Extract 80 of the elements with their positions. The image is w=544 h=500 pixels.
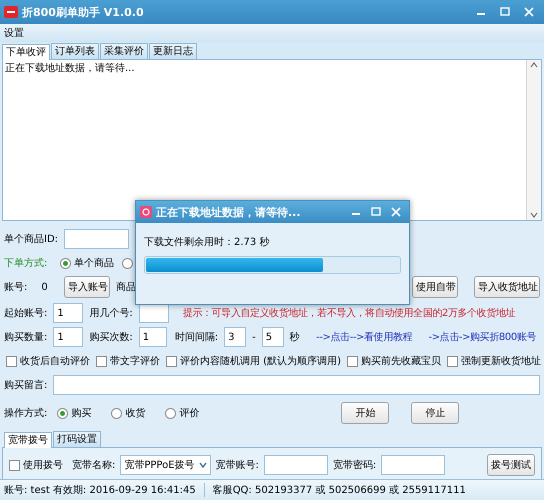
status-text: 账号: test 有效期: 2016-09-29 16:41:45 (0, 483, 205, 497)
tab[interactable]: 采集评价 (100, 43, 148, 59)
stop-button[interactable]: 停止 (411, 402, 460, 424)
checkbox[interactable] (346, 356, 358, 366)
radio-button[interactable] (122, 258, 133, 268)
scroll-up-icon[interactable] (530, 62, 538, 68)
account-count: 0 (41, 282, 48, 292)
dial-test-button[interactable]: 拨号测试 (487, 454, 535, 476)
hint-text: 提示：可导入自定义收货地址，若不导入，将自动使用全国的2万多个收货地址 (182, 306, 516, 320)
menu-item[interactable]: 设置 (4, 26, 24, 40)
checkbox[interactable] (96, 356, 107, 366)
radio-button[interactable] (165, 408, 176, 418)
radio-button[interactable] (111, 408, 122, 418)
checkbox-label: 强制更新收货地址 (460, 354, 541, 368)
start-button[interactable]: 开始 (341, 402, 390, 424)
buy-account-link[interactable]: ->点击->购买折800账号 (428, 330, 536, 344)
input-field[interactable]: 1 (53, 327, 84, 347)
separator-text: - (252, 332, 256, 342)
field-label: 账号: (4, 280, 28, 294)
input-field[interactable]: 1 (138, 327, 167, 347)
checkbox-label: 购买前先收藏宝贝 (360, 354, 441, 368)
checkbox[interactable] (166, 356, 177, 366)
builtin-address-button[interactable]: 使用自带 (412, 276, 458, 298)
close-icon[interactable] (391, 207, 401, 217)
input-field[interactable]: 1 (53, 303, 84, 323)
broadband-password-field[interactable] (381, 455, 446, 475)
radio-label: 购买 (71, 407, 92, 420)
app-icon (140, 206, 152, 218)
maximize-icon[interactable] (500, 7, 510, 17)
import-address-button[interactable]: 导入收货地址 (474, 276, 540, 298)
field-label: 购买留言: (4, 378, 48, 392)
dialog-title: 正在下载地址数据，请等待... (156, 204, 301, 220)
tab[interactable]: 宽带拨号 (4, 432, 52, 448)
import-account-button[interactable]: 导入账号 (64, 276, 110, 298)
radio-label: 单个商品 (74, 256, 114, 270)
checkbox[interactable] (9, 460, 20, 470)
checkbox-label: 收货后自动评价 (20, 354, 90, 368)
chevron-down-icon[interactable] (198, 462, 207, 468)
field-label: 单个商品ID: (4, 232, 58, 246)
close-icon[interactable] (524, 7, 534, 17)
checkbox-label: 评价内容随机调用 (默认为顺序调用) (180, 354, 341, 368)
scroll-down-icon[interactable] (530, 212, 538, 218)
scrollbar[interactable] (526, 60, 541, 220)
input-field[interactable]: 5 (262, 327, 284, 347)
window-title: 折800刷单助手 V1.0.0 (22, 4, 144, 20)
input-field[interactable]: 3 (224, 327, 246, 347)
field-label: 宽带账号: (216, 458, 259, 472)
field-label: 用几个号: (89, 307, 133, 320)
tutorial-link[interactable]: -->点击-->看使用教程 (316, 330, 412, 344)
field-label: 下单方式: (4, 256, 48, 270)
tab[interactable]: 订单列表 (51, 43, 99, 59)
tab[interactable]: 打码设置 (53, 431, 101, 447)
radio-label: 收货 (125, 407, 146, 420)
radio-button[interactable] (57, 408, 68, 418)
product-id-field[interactable] (64, 229, 130, 249)
radio-label: 评价 (179, 407, 200, 420)
field-label: 操作方式: (4, 406, 48, 420)
field-label: 购买次数: (89, 331, 133, 344)
checkbox-label: 带文字评价 (110, 354, 160, 368)
field-label: 起始账号: (4, 306, 48, 320)
input-field[interactable] (138, 303, 169, 323)
checkbox-label: 使用拨号 (23, 459, 63, 472)
field-label: 宽带名称: (72, 458, 116, 472)
checkbox[interactable] (446, 356, 458, 366)
tab[interactable]: 更新日志 (149, 43, 197, 59)
field-label: 宽带密码: (332, 458, 376, 472)
radio-button[interactable] (60, 258, 71, 268)
app-logo-icon (4, 6, 18, 18)
field-label: 时间间隔: (174, 330, 218, 344)
tab[interactable]: 下单收评 (2, 44, 50, 60)
log-text: 正在下载地址数据，请等待... (5, 62, 135, 75)
field-label: 购买数量: (4, 331, 48, 344)
unit-text: 秒 (290, 330, 300, 344)
checkbox[interactable] (6, 356, 17, 366)
maximize-icon[interactable] (371, 207, 381, 217)
message-field[interactable] (53, 375, 540, 395)
broadband-dropdown[interactable]: 宽带PPPoE拨号 (120, 455, 211, 475)
status-text: 下载文件剩余用时：2.73 秒 (144, 236, 270, 249)
status-text: 客服QQ: 502193377 或 502506699 或 2559117111 (212, 484, 466, 497)
broadband-account-field[interactable] (264, 455, 328, 475)
